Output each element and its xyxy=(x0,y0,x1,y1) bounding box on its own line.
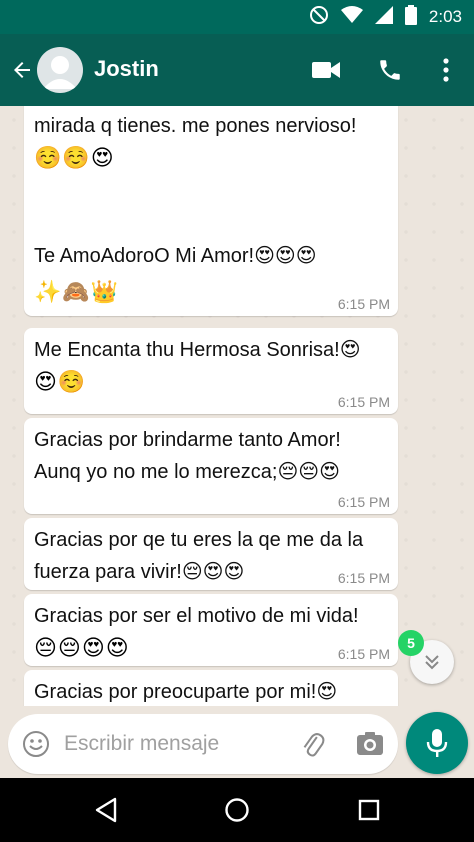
home-circle-icon[interactable] xyxy=(221,794,253,826)
message-time: 6:15 PM xyxy=(337,394,390,410)
message-text: Gracias por preocuparte por mi!😍 xyxy=(34,681,338,703)
message-emoji: 😍☺️ xyxy=(34,369,87,394)
chat-header: Jostin xyxy=(0,34,474,106)
contact-name[interactable]: Jostin xyxy=(94,56,159,82)
back-arrow-icon[interactable] xyxy=(6,54,38,86)
unread-count-badge: 5 xyxy=(398,630,424,656)
do-not-disturb-icon xyxy=(309,5,329,30)
attach-icon[interactable] xyxy=(296,728,328,760)
message-text: Gracias por ser el motivo de mi vida! xyxy=(34,605,359,627)
message-text: Te AmoAdoroO Mi Amor!😍😍😍 xyxy=(34,245,317,267)
message-emoji: 😔😔😍😍 xyxy=(34,635,130,660)
message-bubble[interactable]: Gracias por preocuparte por mi!😍 xyxy=(24,670,398,706)
back-triangle-icon[interactable] xyxy=(90,794,122,826)
status-time: 2:03 xyxy=(428,7,462,26)
mic-button[interactable] xyxy=(406,712,468,774)
emoji-icon[interactable] xyxy=(20,728,52,760)
status-bar: 2:03 xyxy=(0,0,474,34)
more-vert-icon[interactable] xyxy=(430,54,462,86)
message-time: 6:15 PM xyxy=(337,570,390,586)
camera-icon[interactable] xyxy=(354,728,386,760)
message-bubble[interactable]: mirada q tienes. me pones nervioso! ☺️☺️… xyxy=(24,106,398,316)
message-bubble[interactable]: Gracias por ser el motivo de mi vida! 😔😔… xyxy=(24,594,398,666)
message-bubble[interactable]: Gracias por brindarme tanto Amor! Aunq y… xyxy=(24,418,398,514)
message-time: 6:15 PM xyxy=(337,646,390,662)
composer-pill xyxy=(8,714,398,774)
system-nav-bar xyxy=(0,778,474,842)
phone-icon[interactable] xyxy=(374,54,406,86)
video-call-icon[interactable] xyxy=(310,54,342,86)
message-emoji: ☺️☺️😍 xyxy=(34,145,115,170)
message-text: mirada q tienes. me pones nervioso! xyxy=(34,115,357,137)
message-time: 6:15 PM xyxy=(337,296,390,312)
message-text: Gracias por qe tu eres la qe me da la fu… xyxy=(34,529,364,583)
battery-icon xyxy=(404,4,417,30)
composer xyxy=(0,706,474,778)
message-emoji: ✨🙈👑 xyxy=(34,279,120,304)
signal-icon xyxy=(374,5,393,29)
message-time: 6:15 PM xyxy=(337,494,390,510)
double-chevron-down-icon xyxy=(425,655,439,670)
message-text: Me Encanta thu Hermosa Sonrisa!😍 xyxy=(34,339,361,361)
recents-square-icon[interactable] xyxy=(353,794,385,826)
message-text: Gracias por brindarme tanto Amor! Aunq y… xyxy=(34,429,341,483)
wifi-icon xyxy=(340,5,363,29)
mic-icon xyxy=(426,729,448,757)
message-bubble[interactable]: Gracias por qe tu eres la qe me da la fu… xyxy=(24,518,398,590)
message-bubble[interactable]: Me Encanta thu Hermosa Sonrisa!😍 😍☺️ 6:1… xyxy=(24,328,398,414)
chat-area[interactable]: mirada q tienes. me pones nervioso! ☺️☺️… xyxy=(0,106,474,706)
avatar[interactable] xyxy=(37,47,83,93)
message-input[interactable] xyxy=(64,726,294,762)
